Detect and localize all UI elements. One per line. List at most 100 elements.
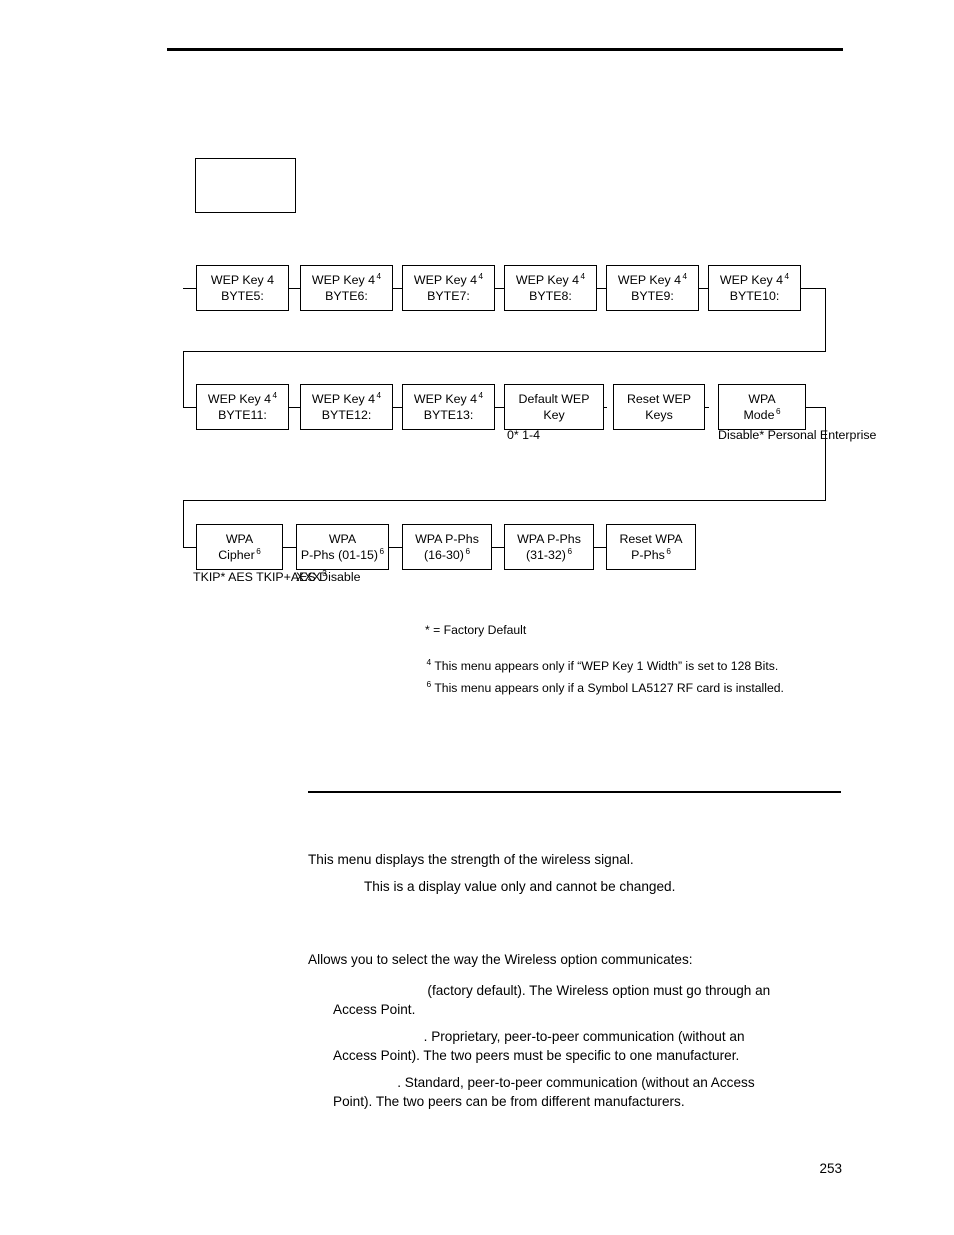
- connector-row1-left-stub: [183, 288, 196, 290]
- flow-box-line1-text: WEP Key 4: [207, 392, 272, 406]
- flow-box-reset-wpa-pphs[interactable]: Reset WPA P-Phs 6: [606, 524, 696, 570]
- flow-box-wep-key4-byte7[interactable]: WEP Key 44 BYTE7:: [402, 265, 495, 311]
- footnote-ref: 6: [567, 546, 572, 556]
- flow-box-line1: WPA: [225, 532, 254, 546]
- flow-box-line1: WEP Key 4: [210, 273, 275, 287]
- footnote-4: 4 This menu appears only if “WEP Key 1 W…: [425, 656, 779, 675]
- empty-menu-box: [195, 158, 296, 213]
- connector-row2-left-stub: [183, 407, 196, 409]
- flow-box-reset-wep-keys[interactable]: Reset WEP Keys: [613, 384, 705, 430]
- footnote-ref: 4: [784, 271, 790, 281]
- flow-box-wep-key4-byte8[interactable]: WEP Key 44 BYTE8:: [504, 265, 597, 311]
- flow-box-line2-text: (31-32): [525, 548, 566, 562]
- flow-box-wpa-pphs-16-30[interactable]: WPA P-Phs (16-30) 6: [402, 524, 492, 570]
- paragraph-signal-strength-desc: This menu displays the strength of the w…: [308, 852, 634, 867]
- section-rule: [308, 791, 841, 793]
- flow-box-line2: P-Phs (01-15) 6: [301, 547, 384, 563]
- footnote-factory-default: * = Factory Default: [425, 623, 527, 637]
- footnote-4-text: This menu appears only if “WEP Key 1 Wid…: [434, 659, 779, 673]
- flow-box-line1: Reset WEP: [626, 392, 692, 406]
- page-number: 253: [819, 1161, 842, 1176]
- footnote-4-marker: 4: [426, 656, 432, 667]
- flow-box-wep-key4-byte6[interactable]: WEP Key 44 BYTE6:: [300, 265, 393, 311]
- flow-box-line2: BYTE7:: [427, 289, 470, 303]
- flow-box-line2: BYTE12:: [321, 408, 372, 422]
- options-wpa-pphs: XXX 3: [296, 569, 327, 587]
- connector-row2-wrap-back: [183, 500, 826, 502]
- flow-box-line1-text: WEP Key 4: [311, 273, 376, 287]
- flow-box-line2: BYTE11:: [218, 408, 267, 422]
- paragraph-comm-item-2: . Proprietary, peer-to-peer communicatio…: [333, 1029, 745, 1063]
- flow-box-wpa-mode[interactable]: WPA Mode 6: [718, 384, 806, 430]
- flow-box-default-wep-key[interactable]: Default WEP Key: [504, 384, 604, 430]
- footnote-ref: 6: [666, 546, 671, 556]
- flow-box-line1-text: WEP Key 4: [311, 392, 376, 406]
- flow-box-wep-key4-byte9[interactable]: WEP Key 44 BYTE9:: [606, 265, 699, 311]
- flow-box-line2: Key: [543, 408, 565, 422]
- paragraph-comm-item-3: . Standard, peer-to-peer communication (…: [333, 1075, 755, 1109]
- flow-box-line2: BYTE13:: [423, 408, 474, 422]
- flow-box-line1: WEP Key 44: [516, 272, 585, 288]
- header-rule: [167, 48, 843, 51]
- flow-box-line1-text: WEP Key 4: [413, 273, 478, 287]
- footnote-6-text: This menu appears only if a Symbol LA512…: [434, 681, 784, 695]
- flow-box-line2: (31-32) 6: [526, 547, 572, 563]
- flow-box-line2-text: P-Phs: [631, 548, 665, 562]
- flow-box-line1: WEP Key 44: [720, 272, 789, 288]
- flow-box-wep-key4-byte11[interactable]: WEP Key 44 BYTE11:: [196, 384, 289, 430]
- footnote-ref: 4: [376, 390, 382, 400]
- footnote-ref: 4: [478, 390, 484, 400]
- paragraph-comm-item-1: (factory default). The Wireless option m…: [333, 983, 771, 1017]
- flow-box-line1-text: WEP Key 4: [719, 273, 784, 287]
- flow-box-line2: BYTE6:: [325, 289, 368, 303]
- flow-box-wep-key4-byte5[interactable]: WEP Key 4 BYTE5:: [196, 265, 289, 311]
- flow-box-line1: WPA P-Phs: [415, 532, 479, 546]
- footnote-ref: 4: [682, 271, 688, 281]
- flow-box-line2-text: (16-30): [423, 548, 464, 562]
- connector-row2-right-down: [825, 407, 827, 501]
- connector-row2-left-down: [183, 500, 185, 548]
- flow-box-line2: BYTE9:: [631, 289, 674, 303]
- flow-box-line2: (16-30) 6: [424, 547, 470, 563]
- flow-box-wpa-pphs-31-32[interactable]: WPA P-Phs (31-32) 6: [504, 524, 594, 570]
- options-default-wep-key: 0* 1-4: [507, 428, 541, 442]
- footnote-6: 6 This menu appears only if a Symbol LA5…: [425, 680, 784, 697]
- flow-box-wpa-pphs-01-15[interactable]: WPA P-Phs (01-15) 6: [296, 524, 389, 570]
- footnote-ref: 6: [775, 406, 781, 416]
- flow-box-line2: Mode 6: [743, 407, 780, 423]
- flow-box-wep-key4-byte12[interactable]: WEP Key 44 BYTE12:: [300, 384, 393, 430]
- flow-box-line1-text: WEP Key 4: [413, 392, 478, 406]
- flow-box-line1-text: WEP Key 4: [617, 273, 682, 287]
- paragraph-comm-intro: Allows you to select the way the Wireles…: [308, 952, 693, 967]
- flow-box-wpa-cipher[interactable]: WPA Cipher 6: [196, 524, 283, 570]
- options-wpa-cipher: TKIP* AES TKIP+AES Disable: [193, 570, 361, 584]
- flow-box-line2: Cipher 6: [218, 547, 261, 563]
- flow-box-wep-key4-byte13[interactable]: WEP Key 44 BYTE13:: [402, 384, 495, 430]
- flow-box-line1: WEP Key 44: [618, 272, 687, 288]
- connector-row1-right-down: [825, 288, 827, 352]
- footnote-ref: 3: [322, 568, 327, 578]
- flow-box-line2-text: Cipher: [218, 548, 255, 562]
- flow-box-line2: Keys: [645, 408, 673, 422]
- flow-box-line1: Default WEP: [518, 392, 590, 406]
- flow-box-line2-text: Mode: [743, 408, 775, 422]
- flow-box-line1-text: WEP Key 4: [515, 273, 580, 287]
- flow-box-line1: WEP Key 44: [414, 391, 483, 407]
- flow-box-wep-key4-byte10[interactable]: WEP Key 44 BYTE10:: [708, 265, 801, 311]
- flow-box-line1: Reset WPA: [619, 532, 683, 546]
- flow-box-line1: WEP Key 44: [208, 391, 277, 407]
- footnote-ref: 4: [478, 271, 484, 281]
- flow-box-line2-text: P-Phs (01-15): [300, 548, 379, 562]
- flow-box-line1: WPA: [748, 392, 776, 406]
- connector-row1-wrap-back: [183, 351, 826, 353]
- options-wpa-mode: Disable* Personal Enterprise: [718, 428, 877, 442]
- connector-row1-right-out: [799, 288, 826, 290]
- flow-box-line2: P-Phs 6: [631, 547, 671, 563]
- footnote-ref: 4: [580, 271, 586, 281]
- footnote-ref: 4: [272, 390, 278, 400]
- options-wpa-pphs-text: XXX: [296, 570, 321, 584]
- flow-box-line1: WPA P-Phs: [517, 532, 581, 546]
- flow-box-line1: WPA: [328, 532, 357, 546]
- flow-box-line2: BYTE8:: [529, 289, 572, 303]
- connector-row3-seg2: [389, 547, 402, 549]
